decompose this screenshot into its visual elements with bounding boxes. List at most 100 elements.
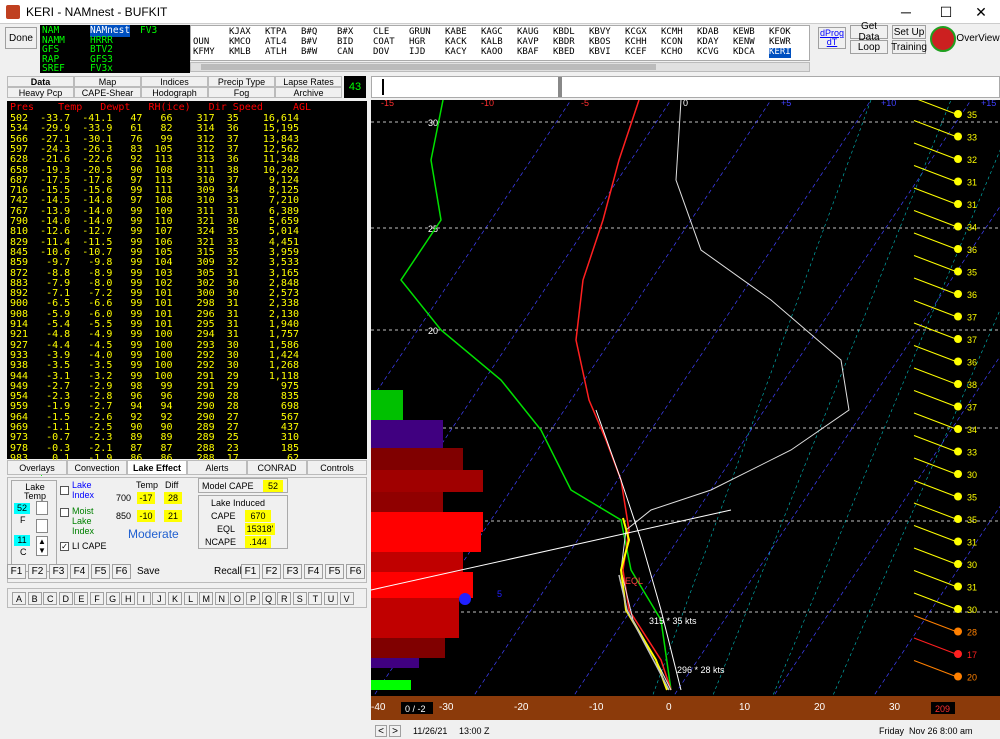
- recall-label[interactable]: Recall: [214, 566, 242, 577]
- lake-temp-f[interactable]: 52: [14, 503, 30, 514]
- station-item[interactable]: ATLH: [265, 47, 287, 58]
- fkey-right[interactable]: F4: [304, 564, 323, 579]
- model-option[interactable]: SREF: [42, 63, 65, 75]
- station-item[interactable]: KCHO: [661, 47, 683, 58]
- fkey-left[interactable]: F5: [91, 564, 110, 579]
- station-item[interactable]: KCEF: [625, 47, 647, 58]
- view-tab[interactable]: Map: [74, 76, 141, 87]
- letter-button[interactable]: L: [183, 592, 198, 605]
- moist-lake-index-checkbox[interactable]: [60, 508, 69, 517]
- setup-button[interactable]: Set Up: [892, 25, 926, 39]
- view-tab[interactable]: CAPE-Shear: [74, 87, 141, 98]
- lower-tab[interactable]: Lake Effect: [127, 460, 187, 475]
- prev-button[interactable]: <: [375, 725, 387, 737]
- get-data-button[interactable]: Get Data: [850, 21, 888, 43]
- fkey-left[interactable]: F4: [70, 564, 89, 579]
- station-item[interactable]: KAOO: [481, 47, 503, 58]
- letter-button[interactable]: P: [246, 592, 260, 605]
- view-tab[interactable]: Hodograph: [141, 87, 208, 98]
- station-item[interactable]: KBED: [553, 47, 575, 58]
- maximize-button[interactable]: ☐: [930, 2, 962, 22]
- view-tab[interactable]: Indices: [141, 76, 208, 87]
- station-item[interactable]: KMLB: [229, 47, 251, 58]
- letter-button[interactable]: H: [121, 592, 136, 605]
- station-item[interactable]: DOV: [373, 47, 389, 58]
- fkey-right[interactable]: F6: [346, 564, 365, 579]
- view-tab[interactable]: Heavy Pcp: [7, 87, 74, 98]
- station-item[interactable]: KCVG: [697, 47, 719, 58]
- station-item[interactable]: CAN: [337, 47, 353, 58]
- lower-tab[interactable]: Overlays: [7, 460, 67, 475]
- next-button[interactable]: >: [389, 725, 401, 737]
- f-spinner[interactable]: [36, 501, 48, 515]
- fkey-right[interactable]: F2: [262, 564, 281, 579]
- lake-temp-c[interactable]: 11: [14, 535, 30, 546]
- lower-tab[interactable]: Convection: [67, 460, 127, 475]
- c-spinner[interactable]: ▲ ▼: [36, 536, 48, 556]
- save-label[interactable]: Save: [137, 566, 160, 577]
- view-tab[interactable]: Precip Type: [208, 76, 275, 87]
- time-slider-thumb[interactable]: [558, 77, 562, 97]
- model-option[interactable]: FV3x: [90, 63, 113, 75]
- station-item[interactable]: KERI: [769, 47, 791, 58]
- station-item[interactable]: IJD: [409, 47, 425, 58]
- letter-button[interactable]: E: [74, 592, 89, 605]
- letter-button[interactable]: M: [199, 592, 214, 605]
- lake-index-checkbox[interactable]: [60, 486, 69, 495]
- station-item[interactable]: KBVI: [589, 47, 611, 58]
- fkey-left[interactable]: F2: [28, 564, 47, 579]
- fkey-left[interactable]: F1: [7, 564, 26, 579]
- model-option[interactable]: FV3: [140, 25, 157, 37]
- letter-button[interactable]: A: [12, 592, 26, 605]
- letter-button[interactable]: V: [339, 592, 354, 605]
- letter-button[interactable]: S: [292, 592, 307, 605]
- station-grid[interactable]: KJAX KTPA B#Q B#X CLE GRUN KABE KAGC KAUG KBDL KBV…: [190, 25, 810, 61]
- fkey-right[interactable]: F3: [283, 564, 302, 579]
- dprog-button[interactable]: dProg dT: [818, 27, 846, 49]
- letter-button[interactable]: R: [277, 592, 292, 605]
- lower-tab[interactable]: Controls: [307, 460, 367, 475]
- lower-tab[interactable]: Alerts: [187, 460, 247, 475]
- letter-button[interactable]: J: [152, 592, 167, 605]
- skewt-chart[interactable]: -15 -10 -5 0 +5 +10 +15 30 25 20 15 10 5: [371, 100, 1000, 720]
- station-item[interactable]: KFMY: [193, 47, 215, 58]
- station-item[interactable]: KBAF: [517, 47, 539, 58]
- letter-button[interactable]: B: [27, 592, 42, 605]
- training-button[interactable]: Training: [891, 40, 927, 54]
- letter-button[interactable]: T: [308, 592, 323, 605]
- view-tab[interactable]: Fog: [208, 87, 275, 98]
- overview-button[interactable]: OverView: [956, 28, 999, 48]
- done-button[interactable]: Done: [5, 27, 37, 49]
- view-tab[interactable]: Lapse Rates: [275, 76, 342, 87]
- station-item[interactable]: B#W: [301, 47, 317, 58]
- li-cape-checkbox[interactable]: ✓: [60, 542, 69, 551]
- scrollbar-thumb[interactable]: [201, 64, 656, 70]
- model-selector[interactable]: NAM NAMnest FV3 NAMM HRRR GFS BTV2 RAP GFS3 SREF F…: [40, 25, 190, 75]
- letter-button[interactable]: Q: [261, 592, 276, 605]
- fkey-right[interactable]: F1: [241, 564, 260, 579]
- close-button[interactable]: ✕: [965, 2, 997, 22]
- minimize-button[interactable]: ─: [890, 2, 922, 22]
- letter-button[interactable]: C: [43, 592, 58, 605]
- letter-button[interactable]: D: [58, 592, 73, 605]
- station-item[interactable]: KDCA: [733, 47, 755, 58]
- station-item[interactable]: KACY: [445, 47, 467, 58]
- loop-button[interactable]: Loop: [850, 40, 888, 54]
- time-slider[interactable]: [371, 76, 1000, 98]
- letter-button[interactable]: U: [324, 592, 338, 605]
- letter-button[interactable]: G: [105, 592, 120, 605]
- station-scrollbar[interactable]: [190, 62, 810, 72]
- letter-button[interactable]: K: [168, 592, 182, 605]
- letter-button[interactable]: I: [136, 592, 151, 605]
- letter-button[interactable]: N: [214, 592, 229, 605]
- view-tab[interactable]: Data: [7, 76, 74, 87]
- letter-button[interactable]: F: [90, 592, 104, 605]
- lower-tab[interactable]: CONRAD: [247, 460, 307, 475]
- fkey-right[interactable]: F5: [325, 564, 344, 579]
- letter-button[interactable]: O: [230, 592, 245, 605]
- fkey-left[interactable]: F6: [112, 564, 131, 579]
- view-tab[interactable]: Archive: [275, 87, 342, 98]
- overview-icon[interactable]: [930, 26, 956, 52]
- f-spinner-2[interactable]: [36, 519, 48, 533]
- fkey-left[interactable]: F3: [49, 564, 68, 579]
